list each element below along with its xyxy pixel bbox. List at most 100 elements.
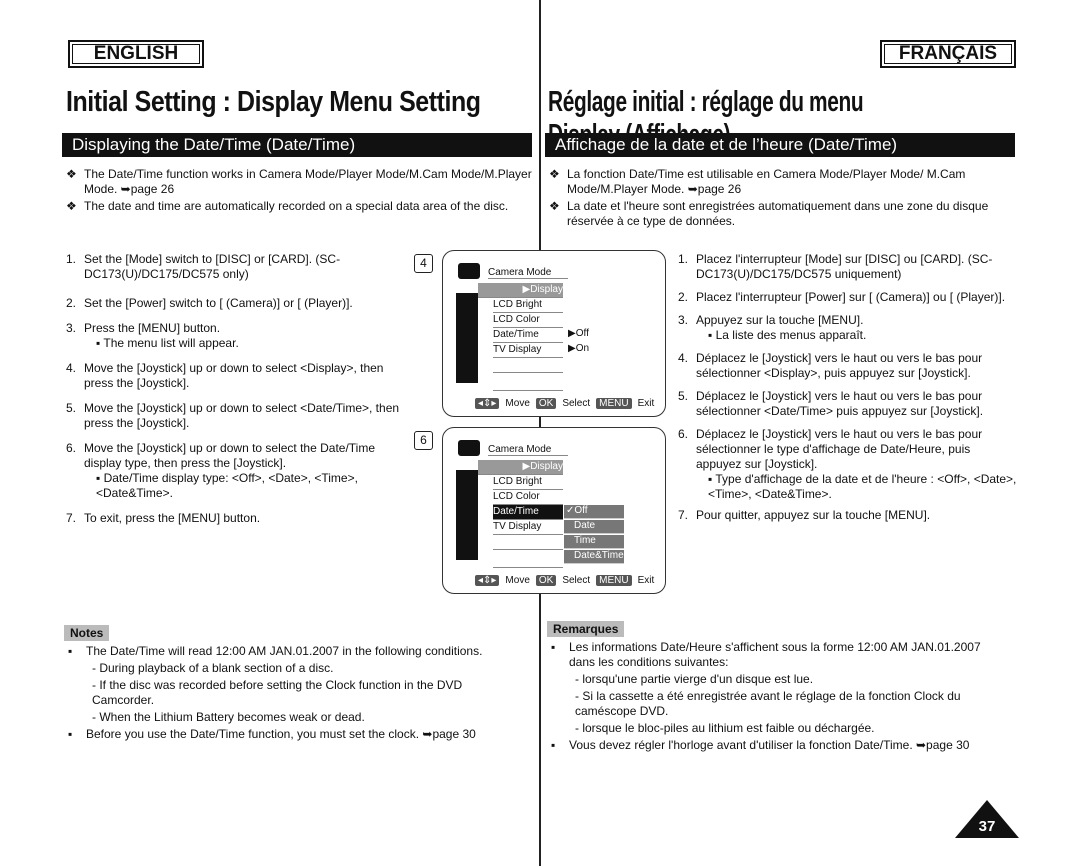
menu-item[interactable]: LCD Bright [493,298,563,313]
menu-option[interactable]: Time [564,535,624,549]
divider [539,0,541,250]
step-text: Déplacez le [Joystick] vers le haut ou v… [696,351,983,380]
note-item: ▪ The Date/Time will read 12:00 AM JAN.01… [64,644,504,659]
step-item: 3. Press the [MENU] button. ▪ The menu lis… [66,321,401,351]
bullet-mark: ▪ [708,328,716,342]
steps-fr: 1. Placez l'interrupteur [Mode] sur [DISC… [678,252,1018,523]
steps-en: 1. Set the [Mode] switch to [DISC] or [CA… [66,252,401,526]
step-number: 1. [66,252,77,266]
notes-label: Notes [64,625,110,641]
menu-empty-line [493,376,563,391]
footer-select: Select [562,575,591,586]
step-number: 6. [678,427,689,441]
lang-english: ENGLISH [68,40,204,68]
bullet: ❖ The date and time are automatically rec… [66,199,509,213]
note-text: - If the disc was recorded before settin… [92,678,463,707]
footer-exit: Exit [637,575,655,586]
menu-item[interactable]: ▶Display [478,460,563,475]
menu-list: Camera Mode ▶Display LCD Bright LCD Color Da… [456,261,606,391]
step-text: Press the [MENU] button. [84,321,221,335]
subnote-text: Date/Time display type: <Off>, <Date>, <… [96,471,358,500]
menu-mode-label: Camera Mode [488,444,568,456]
note-item: - lorsqu'une partie vierge d'un disque e… [547,672,987,687]
menu-key: MENU [596,575,632,586]
bullet-mark: ▪ [551,640,556,654]
footer-select: Select [562,398,591,409]
step-text: Move the [Joystick] up or down to select… [84,401,400,430]
bullet: ❖ La date et l'heure sont enregistrées au… [549,199,989,228]
step-item: 3. Appuyez sur la touche [MENU]. ▪ La list… [678,313,1018,343]
step-number-box: 6 [414,431,433,450]
menu-item[interactable]: Date/Time [493,505,563,520]
divider [539,590,541,866]
step-item: 5. Move the [Joystick] up or down to sele… [66,401,401,431]
menu-item[interactable]: ▶Display [478,283,563,298]
step-item: 4. Déplacez le [Joystick] vers le haut ou… [678,351,1018,381]
subnote-text: Type d'affichage de la date et de l'heur… [708,472,1017,501]
step-item: 6. Move the [Joystick] up or down to sele… [66,441,401,501]
menu-empty-line [493,553,563,568]
menu-item[interactable]: TV Display [493,520,563,535]
step-number: 4. [66,361,77,375]
footer-exit: Exit [637,398,655,409]
menu-screen: Camera Mode ▶Display LCD Bright LCD Color Da… [442,427,666,594]
manual-page: ENGLISH FRANÇAIS Initial Setting : Displ… [0,0,1080,866]
note-text: - Si la cassette a été enregistrée avant… [575,689,961,718]
step-number: 2. [66,296,77,310]
menu-option[interactable]: Date&Time [564,550,624,564]
menu-item[interactable]: LCD Color [493,313,563,328]
step-text: Placez l'interrupteur [Mode] sur [DISC] … [696,252,993,281]
step-subnote: ▪ The menu list will appear. [84,336,401,351]
joystick-icon: ◂⇕▸ [475,575,500,586]
step-number: 5. [678,389,689,403]
step-number: 3. [678,313,689,327]
step-number: 4. [678,351,689,365]
notes-fr: ▪ Les informations Date/Heure s'affichent… [547,640,987,755]
intro-fr: ❖ La fonction Date/Time est utilisable en… [545,167,1015,231]
step-item: 1. Placez l'interrupteur [Mode] sur [DISC… [678,252,1018,282]
note-item: - lorsque le bloc-piles au lithium est f… [547,721,987,736]
menu-item[interactable]: LCD Color [493,490,563,505]
ok-key: OK [535,398,557,409]
step-number: 3. [66,321,77,335]
step-text: Move the [Joystick] up or down to select… [84,441,376,470]
menu-item[interactable]: Date/Time [493,328,563,343]
step-number-box: 4 [414,254,433,273]
notes-en: ▪ The Date/Time will read 12:00 AM JAN.01… [64,644,504,744]
menu-screen: Camera Mode ▶Display LCD Bright LCD Color Da… [442,250,666,417]
menu-option[interactable]: Date [564,520,624,534]
step-item: 7. To exit, press the [MENU] button. [66,511,401,526]
note-item: ▪ Vous devez régler l'horloge avant d'uti… [547,738,987,753]
note-text: Les informations Date/Heure s'affichent … [569,640,981,669]
intro-en: ❖ The Date/Time function works in Camera … [62,167,532,216]
menu-item[interactable]: LCD Bright [493,475,563,490]
step-text: Appuyez sur la touche [MENU]. [696,313,864,327]
menu-value: ▶On [568,343,590,354]
menu-key: MENU [596,398,632,409]
step-text: Déplacez le [Joystick] vers le haut ou v… [696,389,984,418]
subnote-text: The menu list will appear. [103,336,239,350]
note-text: The Date/Time will read 12:00 AM JAN.01.… [86,644,483,658]
step-item: 6. Déplacez le [Joystick] vers le haut ou… [678,427,1018,502]
step-text: Set the [Mode] switch to [DISC] or [CARD… [84,252,341,281]
step-text: Set the [Power] switch to [ (Camera)] or… [84,296,353,310]
note-item: ▪ Before you use the Date/Time function, … [64,727,504,742]
note-item: - When the Lithium Battery becomes weak … [64,710,504,725]
step-number: 7. [678,508,689,522]
menu-mode-label: Camera Mode [488,267,568,279]
menu-option[interactable]: ✓Off [564,505,624,519]
bullet-mark: ▪ [96,471,104,485]
menu-empty-line [493,358,563,373]
section-header-en: Displaying the Date/Time (Date/Time) [62,133,532,157]
step-subnote: ▪ Date/Time display type: <Off>, <Date>,… [84,471,401,501]
section-header-fr: Affichage de la date et de l’heure (Date… [545,133,1015,157]
step-text: Pour quitter, appuyez sur la touche [MEN… [696,508,931,522]
joystick-icon: ◂⇕▸ [475,398,500,409]
step-number: 7. [66,511,77,525]
menu-item[interactable]: TV Display [493,343,563,358]
menu-sidebar [456,470,478,560]
step-number: 6. [66,441,77,455]
bullet: ❖ The Date/Time function works in Camera … [66,167,532,196]
footer-move: Move [505,398,530,409]
step-number: 1. [678,252,689,266]
